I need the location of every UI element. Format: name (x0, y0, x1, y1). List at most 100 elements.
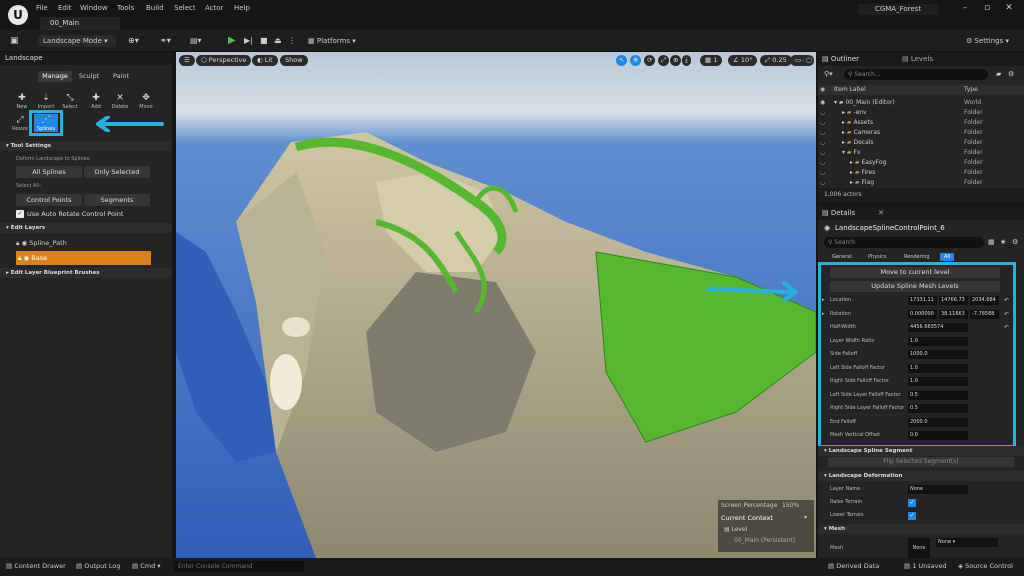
prop-value-input[interactable]: 1.0 (908, 336, 968, 346)
prop-value-input[interactable]: 4456.663574 (908, 323, 968, 332)
show-button[interactable]: Show (280, 55, 308, 66)
derived-data-button[interactable]: ▤ Derived Data (828, 562, 879, 570)
lock-icon[interactable]: 🔒︎ (16, 239, 19, 247)
chevron-down-icon[interactable]: ▾ (804, 514, 807, 521)
visibility-eye-icon[interactable]: ◡ (820, 108, 825, 118)
menu-build[interactable]: Build (146, 4, 164, 12)
prop-value-input[interactable]: 2000.0 (908, 417, 968, 427)
mode-dropdown[interactable]: Landscape Mode ▾ (38, 35, 116, 47)
layer-base[interactable]: 🔒︎ ◉ Base (16, 251, 151, 265)
close-icon[interactable]: ✕ (1002, 3, 1016, 13)
spline-segment-header[interactable]: ▾ Landscape Spline Segment (818, 446, 1024, 456)
grid-view-icon[interactable]: ▦ (988, 238, 995, 246)
tab-all[interactable]: All (940, 253, 955, 261)
visibility-eye-icon[interactable]: ◡ (820, 178, 825, 188)
play-options-icon[interactable]: ⋮ (288, 35, 296, 47)
control-points-button[interactable]: Control Points (16, 194, 82, 206)
lit-button[interactable]: ◐ Lit (252, 55, 278, 66)
perspective-button[interactable]: ⬡ Perspective (196, 55, 252, 66)
cmd-dropdown[interactable]: ▤ Cmd ▾ (132, 562, 161, 570)
tab-sculpt[interactable]: Sculpt (72, 71, 106, 82)
visibility-eye-icon[interactable]: ◡ (820, 118, 825, 128)
tool-resize[interactable]: ⤢ Resize (10, 114, 30, 134)
outliner-row[interactable]: ◡ ▾ ▰ Fx Folder (818, 148, 1024, 158)
outliner-row[interactable]: ◡ ▸ ▰ -env Folder (818, 108, 1024, 118)
viewport-menu-icon[interactable]: ☰ (179, 55, 195, 66)
prop-value-input[interactable]: 0.5 (908, 404, 968, 413)
content-drawer-button[interactable]: ▤ Content Drawer (6, 562, 66, 570)
tool-delete[interactable]: ✕ Delete (110, 92, 130, 112)
update-spline-mesh-levels-button[interactable]: Update Spline Mesh Levels (830, 281, 1000, 292)
prop-value-input[interactable]: 0.0 (908, 431, 968, 440)
visibility-eye-icon[interactable]: ◡ (820, 168, 825, 178)
stop-icon[interactable]: ■ (260, 35, 268, 47)
visibility-eye-icon[interactable]: ◡ (820, 138, 825, 148)
lower-terrain-checkbox[interactable]: ✓ (908, 512, 916, 520)
tool-splines[interactable]: ⋰ Splines (34, 114, 58, 132)
prop-value-input[interactable]: -7.78588 (970, 309, 999, 319)
type-header[interactable]: Type (964, 86, 978, 93)
cinematics-icon[interactable]: ▤▾ (190, 35, 202, 47)
maximize-icon[interactable]: ▫ (980, 3, 994, 13)
details-search-input[interactable]: ⚲ Search (824, 237, 984, 248)
move-to-current-level-button[interactable]: Move to current level (830, 267, 1000, 278)
console-input[interactable]: Enter Console Command (174, 561, 304, 572)
prop-value-input[interactable]: 1.0 (908, 363, 968, 373)
outliner-row[interactable]: ◡ ▸ ▰ EasyFog Folder (818, 158, 1024, 168)
reset-value-icon[interactable]: ↶ (1004, 321, 1009, 334)
add-folder-icon[interactable]: ▰ (996, 70, 1001, 78)
prop-value-input[interactable]: 0.000000 (908, 309, 937, 319)
prop-value-input[interactable]: 0.5 (908, 390, 968, 400)
step-icon[interactable]: ▶| (244, 35, 253, 47)
raise-terrain-checkbox[interactable]: ✓ (908, 499, 916, 507)
visibility-eye-icon[interactable]: ◡ (820, 158, 825, 168)
tab-physics[interactable]: Physics (864, 253, 891, 261)
tool-add[interactable]: ✚ Add (86, 92, 106, 112)
outliner-row[interactable]: ◡ ▸ ▰ Flag Folder (818, 178, 1024, 188)
outliner-settings-icon[interactable]: ⚙ (1008, 70, 1014, 78)
eye-icon[interactable]: ◉ (22, 239, 28, 247)
blueprint-icon[interactable]: ⚭▾ (160, 35, 171, 47)
outliner-search-input[interactable]: ⚲ Search... (844, 69, 988, 80)
item-label-header[interactable]: Item Label (834, 86, 866, 93)
tool-settings-header[interactable]: ▾ Tool Settings (0, 141, 172, 151)
menu-window[interactable]: Window (80, 4, 108, 12)
current-context-label[interactable]: Current Context (721, 514, 773, 522)
prop-value-input[interactable]: 17331.11 (908, 296, 937, 305)
tool-select[interactable]: ⤡ Select (60, 92, 80, 112)
visibility-eye-icon[interactable]: ◉ (820, 98, 825, 108)
menu-file[interactable]: File (36, 4, 48, 12)
tool-import[interactable]: ⇣ Import (36, 92, 56, 112)
menu-select[interactable]: Select (174, 4, 196, 12)
prop-value-input[interactable]: 1000.0 (908, 350, 968, 359)
tool-new[interactable]: ✚ New (12, 92, 32, 112)
level-tab[interactable]: 00_Main (40, 17, 120, 30)
visibility-eye-icon[interactable]: ◡ (820, 128, 825, 138)
add-actor-icon[interactable]: ⊕▾ (128, 35, 139, 47)
play-icon[interactable]: ▶ (228, 35, 236, 47)
expand-arrow-icon[interactable]: ▸ (822, 308, 825, 321)
surface-snap-icon[interactable]: ⤓ (682, 55, 691, 66)
menu-actor[interactable]: Actor (205, 4, 223, 12)
auto-rotate-checkbox[interactable]: ✓ (16, 210, 24, 218)
mesh-header[interactable]: ▾ Mesh (818, 524, 1024, 534)
landscape-deformation-header[interactable]: ▾ Landscape Deformation (818, 471, 1024, 481)
outliner-row[interactable]: ◡ ▸ ▰ Cameras Folder (818, 128, 1024, 138)
tab-general[interactable]: General (828, 253, 856, 261)
outliner-tab[interactable]: ▤ Outliner (822, 55, 859, 63)
lock-icon[interactable]: 🔒︎ (18, 254, 21, 262)
level-viewport[interactable]: ☰ ⬡ Perspective ◐ Lit Show ↖ ✥ ⟳ ⤢ ⊕ ⤓ ▦… (176, 52, 816, 558)
outliner-row[interactable]: ◡ ▸ ▰ Assets Folder (818, 118, 1024, 128)
angle-snap[interactable]: ∠ 10° (728, 55, 758, 66)
outliner-row[interactable]: ◉ ▾ ▰ 00_Main (Editor) World (818, 98, 1024, 108)
close-tab-icon[interactable]: ✕ (878, 209, 884, 217)
only-selected-button[interactable]: Only Selected (84, 166, 150, 178)
landscape-tab[interactable]: Landscape (0, 52, 172, 65)
flip-segment-button[interactable]: Flip Selected Segment(s) (828, 457, 1014, 467)
reset-value-icon[interactable]: ↶ (1004, 308, 1009, 321)
minimize-icon[interactable]: – (958, 3, 972, 13)
all-splines-button[interactable]: All Splines (16, 166, 82, 178)
favorite-star-icon[interactable]: ★ (1000, 238, 1006, 246)
mesh-thumbnail[interactable]: None (908, 538, 930, 558)
eject-icon[interactable]: ⏏ (274, 35, 282, 47)
